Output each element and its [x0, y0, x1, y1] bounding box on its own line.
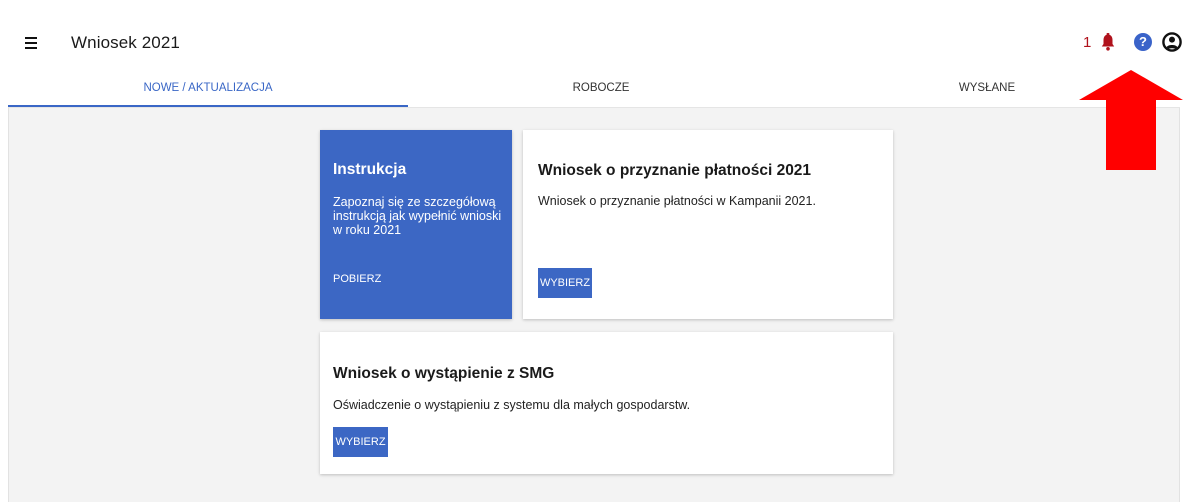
content-area: Instrukcja Zapoznaj się ze szczegółową i… [8, 108, 1180, 502]
smg-card-title: Wniosek o wystąpienie z SMG [333, 365, 555, 382]
payment-application-card: Wniosek o przyznanie płatności 2021 Wnio… [523, 130, 893, 319]
payment-card-description: Wniosek o przyznanie płatności w Kampani… [538, 194, 816, 208]
tab-bar: NOWE / AKTUALIZACJA ROBOCZE WYSŁANE [8, 75, 1180, 108]
top-bar: Wniosek 2021 1 ? NOWE / AKTUALIZACJA ROB… [0, 0, 1188, 110]
bell-icon[interactable] [1101, 33, 1115, 51]
user-account-icon[interactable] [1162, 32, 1182, 52]
payment-card-title: Wniosek o przyznanie płatności 2021 [538, 162, 812, 179]
download-instruction-link[interactable]: POBIERZ [333, 273, 381, 285]
hamburger-menu-icon[interactable] [22, 35, 46, 51]
notification-count[interactable]: 1 [1083, 34, 1091, 51]
instruction-card: Instrukcja Zapoznaj się ze szczegółową i… [320, 130, 512, 319]
smg-card-description: Oświadczenie o wystąpieniu z systemu dla… [333, 398, 691, 412]
instruction-description: Zapoznaj się ze szczegółową instrukcją j… [333, 195, 502, 237]
tab-robocze[interactable]: ROBOCZE [408, 75, 794, 105]
instruction-title: Instrukcja [333, 161, 407, 178]
help-icon[interactable]: ? [1134, 33, 1152, 51]
tab-nowe-aktualizacja[interactable]: NOWE / AKTUALIZACJA [8, 75, 408, 105]
app-root: Wniosek 2021 1 ? NOWE / AKTUALIZACJA ROB… [0, 0, 1188, 502]
select-payment-button[interactable]: WYBIERZ [538, 268, 592, 298]
page-title: Wniosek 2021 [71, 33, 180, 52]
select-smg-button[interactable]: WYBIERZ [333, 427, 388, 457]
smg-withdrawal-card: Wniosek o wystąpienie z SMG Oświadczenie… [320, 332, 893, 474]
red-arrow-icon [1079, 70, 1183, 170]
